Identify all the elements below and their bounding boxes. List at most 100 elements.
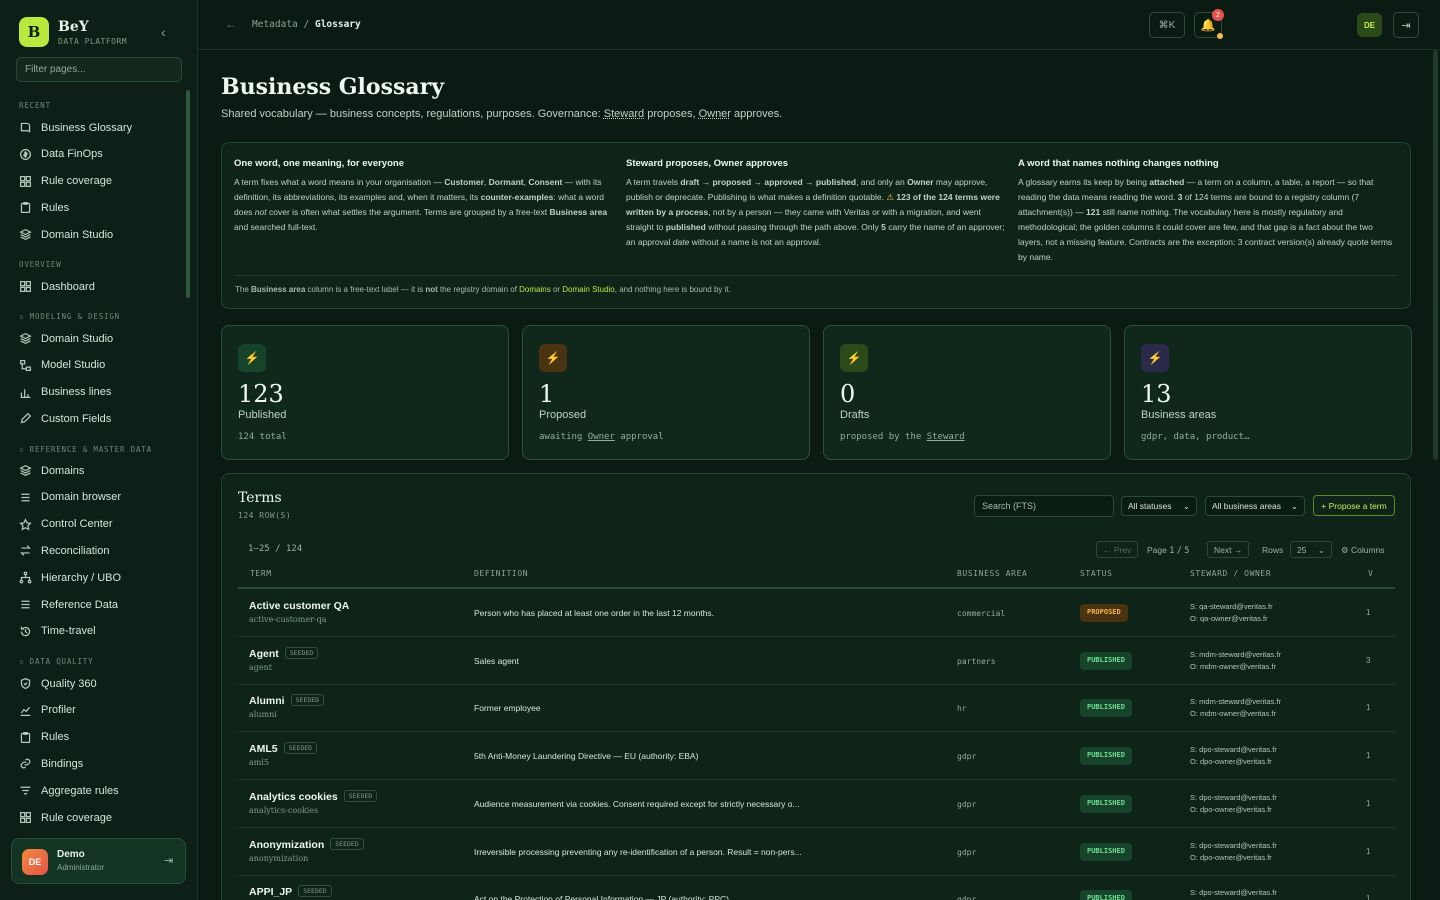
sidebar-item-reference-data[interactable]: Reference Data [19,598,118,611]
owner-term[interactable]: Owner [588,432,615,442]
status-badge: PROPOSED [1080,604,1128,622]
table-row[interactable]: Active customer QA active-customer-qa Pers… [238,589,1395,637]
term-name[interactable]: Active customer QA [249,600,349,612]
area-filter-select[interactable]: All business areas ⌄ [1205,496,1305,516]
next-page-button[interactable]: Next → [1207,541,1250,558]
sidebar-scrollbar[interactable] [186,90,190,298]
sidebar-item-profiler[interactable]: Profiler [19,704,76,717]
sidebar-item-business-glossary[interactable]: Business Glossary [19,121,132,134]
column-header-status[interactable]: STATUS [1080,569,1113,578]
nav-section-overview: OVERVIEW [19,260,62,269]
sidebar-item-reconciliation[interactable]: Reconciliation [19,544,109,557]
term-slug: anonymization [249,853,309,863]
sidebar-item-domain-studio[interactable]: Domain Studio [19,228,113,241]
domain-studio-link[interactable]: Domain Studio [562,285,614,294]
table-row[interactable]: Agent SEEDED agent Sales agent partners PUBLI… [238,637,1395,685]
breadcrumb-parent[interactable]: Metadata [252,19,298,30]
sidebar-item-rules[interactable]: Rules [19,201,69,214]
table-row[interactable]: Analytics cookies SEEDED analytics-cookies… [238,780,1395,828]
grid-icon [20,175,31,187]
sidebar-item-dashboard[interactable]: Dashboard [19,280,95,293]
stat-card-drafts[interactable]: ⚡ 0 Drafts proposed by the Steward [823,325,1111,460]
stat-value: 0 [840,380,856,408]
steward-term[interactable]: Steward [604,108,644,120]
avatar: DE [22,849,48,875]
dollar-icon [20,148,31,160]
user-badge[interactable]: DE [1357,13,1382,37]
table-row[interactable]: Anonymization SEEDED anonymization Irrevers… [238,828,1395,876]
sidebar-item-business-lines[interactable]: Business lines [19,386,111,399]
version-cell: 1 [1366,608,1371,617]
logout-button[interactable]: ⇥ [1393,12,1419,38]
propose-term-button[interactable]: + Propose a term [1313,495,1395,516]
info-column-governance: Steward proposes, Owner approves A term … [626,158,1006,250]
term-slug: agent [249,662,272,672]
column-header-business-area[interactable]: BUSINESS AREA [957,569,1027,578]
column-header-steward-owner[interactable]: STEWARD / OWNER [1190,569,1271,578]
stat-card-business-areas[interactable]: ⚡ 13 Business areas gdpr, data, product… [1124,325,1412,460]
stat-label: Proposed [539,409,587,421]
sidebar-item-custom-fields[interactable]: Custom Fields [19,412,111,425]
page-title: Business Glossary [221,74,444,100]
column-header-version[interactable]: V [1368,569,1373,578]
table-row[interactable]: Alumni SEEDED alumni Former employee hr PUBLI… [238,684,1395,733]
steward-term[interactable]: Steward [927,432,965,442]
business-area-cell: gdpr [957,847,977,857]
logout-icon[interactable]: ⇥ [164,854,173,867]
rows-label: Rows [1262,545,1284,555]
domains-link[interactable]: Domains [519,285,551,294]
breadcrumb-separator: / [303,19,310,30]
brand[interactable]: B BeY DATA PLATFORM [19,17,127,47]
term-name[interactable]: Agent [249,648,279,660]
main-scrollbar[interactable] [1433,50,1438,460]
filter-pages-input[interactable]: Filter pages... [16,57,182,82]
sidebar-item-aggregate-rules[interactable]: Aggregate rules [19,784,119,797]
term-slug: analytics-cookies [249,805,319,815]
sidebar-item-data-finops[interactable]: Data FinOps [19,148,103,161]
sidebar-item-domain-studio[interactable]: Domain Studio [19,332,113,345]
term-name[interactable]: APPI_JP [249,886,292,898]
term-name[interactable]: Analytics cookies [249,791,338,803]
back-arrow-icon[interactable]: ← [225,17,237,31]
column-header-definition[interactable]: DEFINITION [474,569,528,578]
sidebar-item-label: Quality 360 [41,677,97,690]
info-column-attachment: A word that names nothing changes nothin… [1018,158,1398,265]
table-row[interactable]: AML5 SEEDED aml5 5th Anti-Money Laundering … [238,732,1395,781]
sidebar-item-bindings[interactable]: Bindings [19,757,83,770]
sidebar-item-label: Rules [41,201,70,214]
term-name[interactable]: AML5 [249,743,278,755]
owner-term[interactable]: Owner [699,108,731,120]
stat-card-published[interactable]: ⚡ 123 Published 124 total [221,325,509,460]
sidebar-item-model-studio[interactable]: Model Studio [19,359,105,372]
stat-card-proposed[interactable]: ⚡ 1 Proposed awaiting Owner approval [522,325,810,460]
brand-logo: B [19,17,49,47]
status-filter-select[interactable]: All statuses ⌄ [1121,496,1197,516]
sidebar-item-domains[interactable]: Domains [19,464,84,477]
user-card[interactable]: DE Demo Administrator ⇥ [11,838,186,884]
term-name[interactable]: Anonymization [249,839,324,851]
search-input[interactable]: Search (FTS) [974,495,1114,517]
nav-section-quality-label: DATA QUALITY [29,657,94,666]
term-name[interactable]: Alumni [249,695,285,707]
sidebar-item-quality-360[interactable]: Quality 360 [19,677,97,690]
sidebar-item-rule-coverage[interactable]: Rule coverage [19,811,112,824]
sidebar-item-rule-coverage[interactable]: Rule coverage [19,175,112,188]
sidebar-item-control-center[interactable]: Control Center [19,517,113,531]
rows-per-page-select[interactable]: 25 ⌄ [1290,541,1332,558]
sidebar-item-label: Bindings [41,757,84,770]
sidebar-item-hierarchy-ubo[interactable]: Hierarchy / UBO [19,571,121,584]
columns-button[interactable]: ⚙ Columns [1341,545,1385,556]
info-text: A glossary earns its keep by being attac… [1018,177,1393,262]
bar-chart-icon [20,388,31,398]
column-header-term[interactable]: TERM [250,569,272,578]
command-palette-button[interactable]: ⌘K [1149,12,1185,38]
page-subtitle: Shared vocabulary — business concepts, r… [221,108,782,120]
chevron-left-icon[interactable]: ‹ [161,24,166,40]
chevron-down-icon: ⌄ [1317,545,1325,555]
table-row[interactable]: APPI_JPSEEDEDappi_jpAct on the Protectio… [238,875,1395,900]
sidebar-item-rules[interactable]: Rules [19,731,69,744]
prev-page-button[interactable]: ← Prev [1096,541,1139,558]
nav-section-reference-label: REFERENCE & MASTER DATA [29,445,152,454]
sidebar-item-domain-browser[interactable]: Domain browser [19,491,121,504]
sidebar-item-time-travel[interactable]: Time-travel [19,625,96,638]
